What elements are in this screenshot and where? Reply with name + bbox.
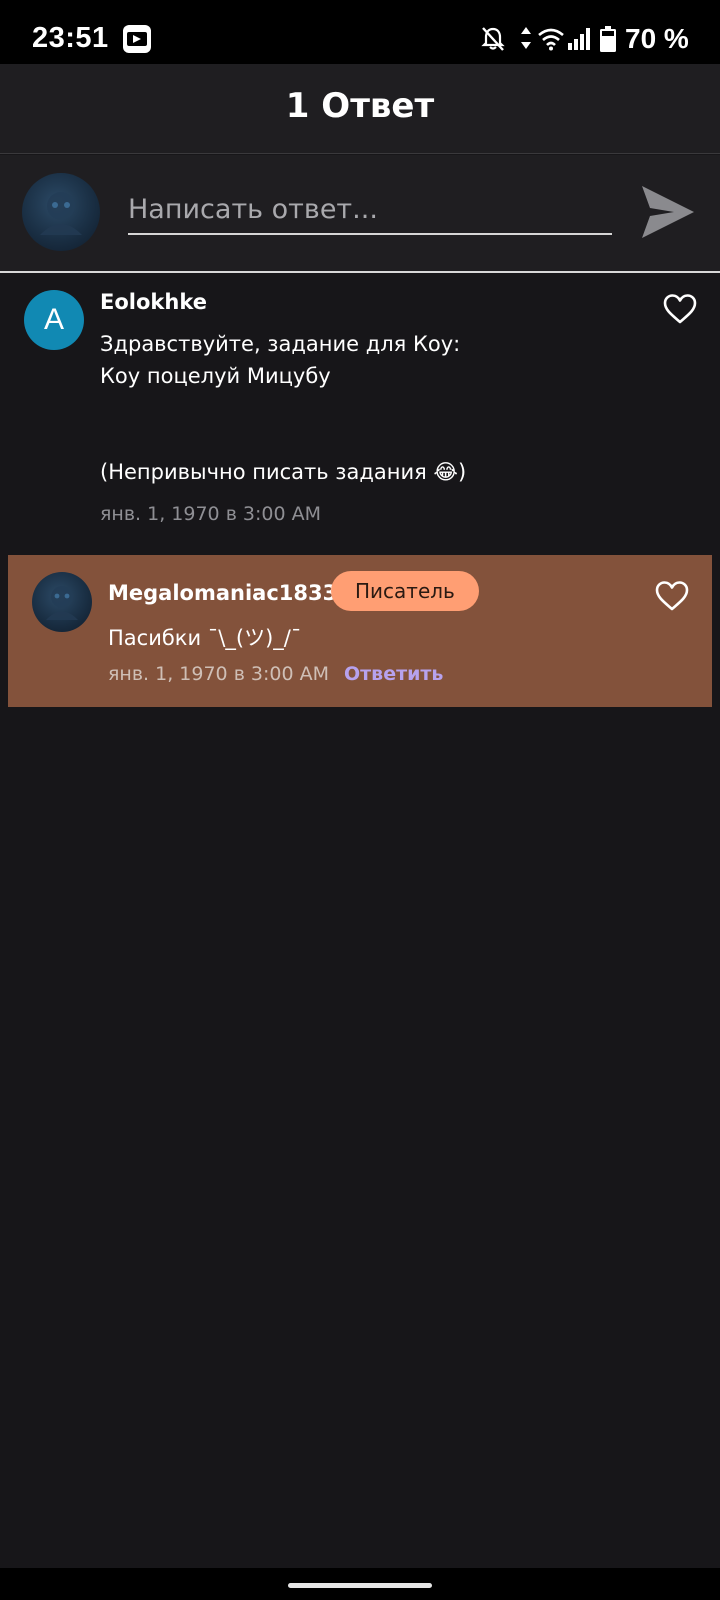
highlighted-reply: Megalomaniac1833 Писатель Пасибки ¯\_(ツ)… xyxy=(8,555,712,707)
heart-icon[interactable] xyxy=(663,294,697,328)
comment-item: A Eolokhke Здравствуйте, задание для Коу… xyxy=(0,274,720,544)
comment-timestamp: янв. 1, 1970 в 3:00 AM xyxy=(108,663,330,685)
comment-text-line xyxy=(100,424,640,456)
status-time: 23:51 xyxy=(32,22,109,54)
comment-text: Пасибки ¯\_(ツ)_/¯ xyxy=(108,626,302,650)
battery-icon xyxy=(600,26,616,56)
comment-username[interactable]: Megalomaniac1833 xyxy=(108,581,337,605)
comment-text-line: Здравствуйте, задание для Коу: xyxy=(100,332,461,356)
heart-icon[interactable] xyxy=(655,581,689,615)
comment-timestamp: янв. 1, 1970 в 3:00 AM xyxy=(100,503,322,525)
gesture-handle[interactable] xyxy=(288,1583,432,1588)
status-bar: 23:51 70 % xyxy=(0,0,720,64)
reply-composer xyxy=(0,155,720,273)
comment-text-line: (Непривычно писать задания 😂) xyxy=(100,460,467,484)
avatar[interactable] xyxy=(22,173,100,251)
comment-text-line xyxy=(100,392,640,424)
app-notification-icon xyxy=(122,24,152,58)
avatar[interactable] xyxy=(32,572,92,632)
wifi-icon xyxy=(537,27,565,55)
battery-percentage: 70 % xyxy=(625,23,689,54)
navigation-bar xyxy=(0,1568,720,1600)
comment-text-line: Коу поцелуй Мицубу xyxy=(100,364,331,388)
data-arrows-icon xyxy=(520,27,532,53)
reply-button[interactable]: Ответить xyxy=(344,663,443,685)
comment-username[interactable]: Eolokhke xyxy=(100,290,207,314)
avatar[interactable]: A xyxy=(24,290,84,350)
bell-off-icon xyxy=(481,26,505,56)
comment-text: Здравствуйте, задание для Коу: Коу поцел… xyxy=(100,328,640,488)
signal-icon xyxy=(568,28,592,54)
reply-input[interactable] xyxy=(128,185,612,235)
page-title: 1 Ответ xyxy=(285,86,435,126)
header: 1 Ответ xyxy=(0,64,720,154)
send-icon[interactable] xyxy=(640,184,696,244)
role-badge: Писатель xyxy=(331,571,479,611)
